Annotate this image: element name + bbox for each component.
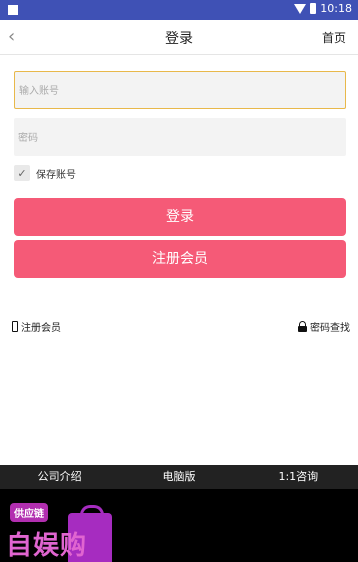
login-button[interactable]: 登录 bbox=[14, 198, 346, 236]
account-input[interactable] bbox=[15, 72, 351, 110]
account-links: 注册会员 密码查找 bbox=[12, 319, 350, 335]
footer-navigation: 公司介绍 电脑版 1:1咨询 bbox=[0, 465, 358, 489]
home-link[interactable]: 首页 bbox=[322, 29, 346, 46]
promo-banner[interactable]: 供应链 自娱购 bbox=[0, 489, 358, 562]
promo-badge: 供应链 bbox=[10, 503, 48, 522]
register-member-link[interactable]: 注册会员 bbox=[12, 319, 61, 334]
remember-account-label: 保存账号 bbox=[36, 169, 76, 181]
wifi-icon bbox=[294, 3, 307, 14]
register-button[interactable]: 注册会员 bbox=[14, 240, 346, 278]
lock-icon bbox=[298, 321, 307, 332]
register-member-label: 注册会员 bbox=[21, 323, 61, 334]
check-icon: ✓ bbox=[17, 166, 27, 180]
footer-consult[interactable]: 1:1咨询 bbox=[239, 465, 358, 489]
account-field[interactable] bbox=[14, 71, 351, 110]
phone-icon bbox=[12, 321, 18, 332]
page-title: 登录 bbox=[165, 31, 193, 47]
password-recovery-label: 密码查找 bbox=[310, 323, 350, 334]
footer-company-intro[interactable]: 公司介绍 bbox=[0, 465, 119, 489]
remember-account-toggle[interactable]: ✓ 保存账号 bbox=[14, 165, 76, 181]
remember-checkbox[interactable]: ✓ bbox=[14, 165, 30, 181]
status-bar: 10:18 bbox=[0, 0, 358, 20]
footer-desktop-version[interactable]: 电脑版 bbox=[119, 465, 238, 489]
battery-icon bbox=[310, 3, 317, 14]
password-recovery-link[interactable]: 密码查找 bbox=[298, 319, 350, 334]
status-time: 10:18 bbox=[320, 2, 352, 15]
password-field[interactable] bbox=[14, 118, 352, 158]
password-input[interactable] bbox=[14, 118, 352, 158]
top-navigation: ‹ 登录 首页 bbox=[0, 20, 358, 55]
notification-icon bbox=[8, 5, 18, 15]
promo-brand: 自娱购 bbox=[6, 531, 88, 561]
status-indicators: 10:18 bbox=[294, 2, 352, 15]
